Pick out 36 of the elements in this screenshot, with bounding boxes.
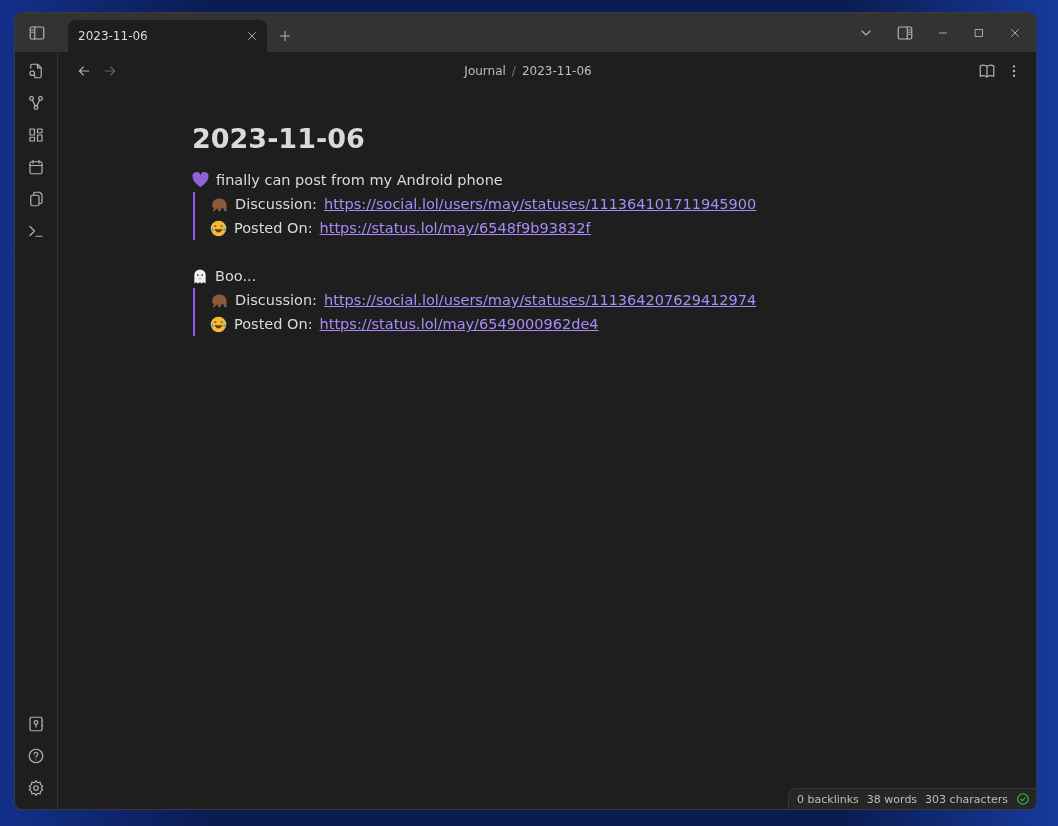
ghost-icon bbox=[192, 267, 208, 285]
breadcrumb-item[interactable]: Journal bbox=[464, 63, 506, 78]
link[interactable]: https://social.lol/users/may/statuses/111364101711945900 bbox=[324, 196, 757, 212]
copy-icon[interactable] bbox=[27, 190, 45, 208]
note-title: 2023-11-06 bbox=[192, 123, 366, 154]
plus-icon[interactable] bbox=[277, 28, 293, 44]
status-text: 0 backlinks bbox=[797, 792, 859, 806]
vault-icon[interactable] bbox=[27, 715, 45, 733]
tab[interactable]: 2023-11-06 bbox=[68, 20, 267, 52]
link[interactable]: https://status.lol/may/6548f9b93832f bbox=[319, 220, 591, 236]
entry-text: Boo... bbox=[215, 268, 257, 284]
entry-text: finally can post from my Android phone bbox=[216, 172, 503, 188]
graph-icon[interactable] bbox=[27, 94, 45, 112]
link[interactable]: https://status.lol/may/6549000962de4 bbox=[319, 316, 599, 332]
right-sidebar-toggle-icon[interactable] bbox=[896, 23, 914, 42]
calendar-icon[interactable] bbox=[27, 158, 45, 176]
breadcrumb-item[interactable]: 2023-11-06 bbox=[521, 63, 592, 78]
detail-label: Posted On: bbox=[234, 316, 313, 332]
grid-icon[interactable] bbox=[27, 126, 45, 144]
status-text: 38 words bbox=[866, 792, 918, 806]
sync-check-icon[interactable] bbox=[1016, 792, 1030, 806]
link[interactable]: https://social.lol/users/may/statuses/111364207629412974 bbox=[324, 292, 757, 308]
heart-icon bbox=[192, 172, 209, 188]
status-text: 303 characters bbox=[925, 792, 1008, 806]
laughing-face-icon bbox=[210, 315, 227, 333]
help-icon[interactable] bbox=[27, 747, 45, 765]
detail-label: Posted On: bbox=[234, 220, 313, 236]
breadcrumb-separator: / bbox=[511, 63, 516, 78]
file-search-icon[interactable] bbox=[27, 62, 45, 80]
close-icon[interactable] bbox=[245, 29, 259, 43]
book-icon[interactable] bbox=[978, 61, 996, 80]
detail-label: Discussion: bbox=[235, 196, 317, 212]
detail-label: Discussion: bbox=[235, 292, 317, 308]
laughing-face-icon bbox=[210, 219, 227, 237]
settings-icon[interactable] bbox=[27, 779, 45, 797]
sidebar-toggle-icon[interactable] bbox=[27, 23, 46, 42]
